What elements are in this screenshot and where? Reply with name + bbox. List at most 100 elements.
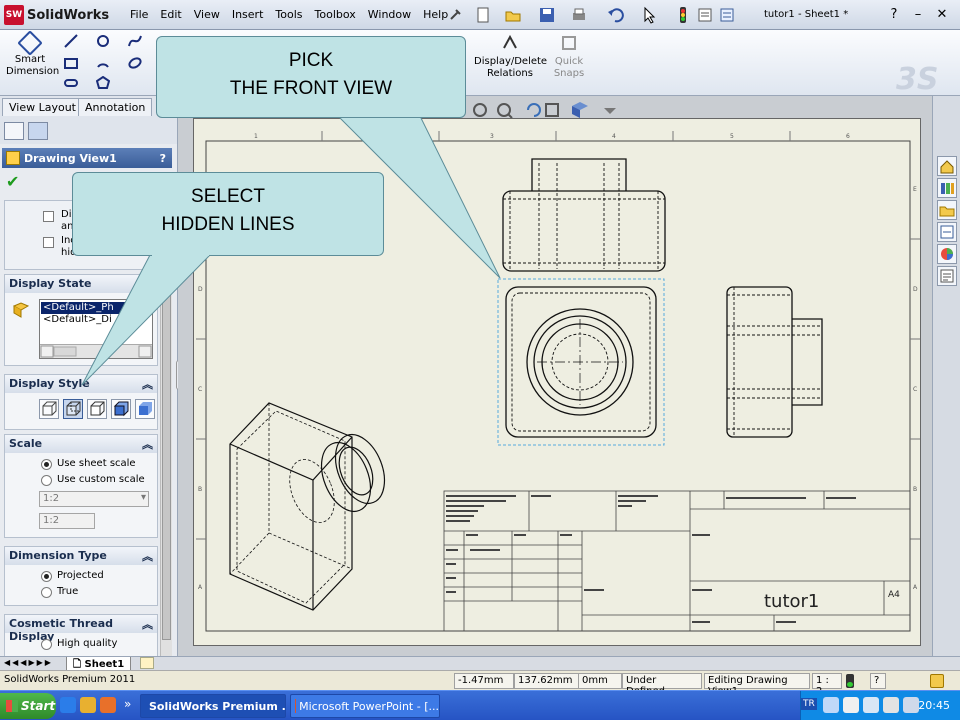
tray-icon-1[interactable] xyxy=(823,697,839,713)
arc-icon[interactable] xyxy=(96,56,110,70)
list-horizontal-scrollbar[interactable] xyxy=(40,344,152,358)
print-icon[interactable] xyxy=(570,6,588,24)
quick-snaps-button[interactable]: Quick Snaps xyxy=(552,34,586,80)
line-icon[interactable] xyxy=(64,34,78,48)
select-arrow-icon[interactable] xyxy=(640,6,658,24)
ellipse-icon[interactable] xyxy=(128,56,142,70)
tray-volume-icon[interactable] xyxy=(903,697,919,713)
menu-insert[interactable]: Insert xyxy=(232,8,264,21)
scale-field[interactable]: 1:2 xyxy=(39,513,95,529)
pin-icon[interactable] xyxy=(446,6,464,24)
feature-manager-tab[interactable] xyxy=(4,122,24,140)
tab-view-layout[interactable]: View Layout xyxy=(2,98,83,116)
zoom-to-fit-icon[interactable] xyxy=(473,103,487,117)
sheet-nav-arrows[interactable]: ◀◀◀▶▶▶ xyxy=(4,658,53,667)
file-explorer-icon[interactable] xyxy=(937,200,957,220)
status-options-icon[interactable] xyxy=(930,674,944,688)
display-style-dropdown-icon[interactable] xyxy=(604,108,616,114)
circle-icon[interactable] xyxy=(96,34,110,48)
display-state-header[interactable]: Display State xyxy=(5,275,157,293)
shaded-style-button[interactable] xyxy=(135,399,155,419)
start-button[interactable]: Start xyxy=(0,693,56,719)
rectangle-icon[interactable] xyxy=(64,56,78,70)
display-state-list[interactable]: <Default>_Ph <Default>_Di xyxy=(39,299,153,359)
open-folder-icon[interactable] xyxy=(504,6,522,24)
solidworks-logo[interactable]: SW SolidWorks xyxy=(4,4,122,26)
tray-icon-3[interactable] xyxy=(863,697,879,713)
high-quality-radio[interactable] xyxy=(41,639,52,650)
view-palette-icon[interactable] xyxy=(937,222,957,242)
wireframe-style-button[interactable] xyxy=(39,399,59,419)
undo-icon[interactable] xyxy=(606,6,624,24)
ok-check-icon[interactable]: ✔ xyxy=(6,172,19,191)
view-orientation-icon[interactable] xyxy=(572,102,588,118)
pan-icon[interactable] xyxy=(545,103,559,117)
use-sheet-scale-radio[interactable] xyxy=(41,459,52,470)
options-icon[interactable] xyxy=(718,6,736,24)
zoom-area-icon[interactable] xyxy=(497,103,513,119)
tab-annotation[interactable]: Annotation xyxy=(78,98,153,116)
appearances-icon[interactable] xyxy=(937,244,957,264)
menu-window[interactable]: Window xyxy=(368,8,411,21)
collapse-chevron-icon[interactable]: ︽ xyxy=(142,376,153,392)
scale-dropdown[interactable]: 1:2 ▾ xyxy=(39,491,149,507)
panel-scrollbar-thumb[interactable] xyxy=(162,260,171,640)
rebuild-light-icon[interactable] xyxy=(846,674,854,688)
taskbar-solidworks[interactable]: SolidWorks Premium ... xyxy=(140,694,286,718)
custom-properties-icon[interactable] xyxy=(937,266,957,286)
taskbar-powerpoint[interactable]: Microsoft PowerPoint - [... xyxy=(290,694,440,718)
tray-icon-2[interactable] xyxy=(843,697,859,713)
rebuild-traffic-light-icon[interactable] xyxy=(674,6,692,24)
quicklaunch-chevron[interactable]: » xyxy=(124,697,131,711)
add-sheet-icon[interactable] xyxy=(140,657,154,669)
dimension-type-header[interactable]: Dimension Type ︽ xyxy=(5,547,157,565)
display-style-header[interactable]: Display Style ︽ xyxy=(5,375,157,393)
firefox-quicklaunch-icon[interactable] xyxy=(100,697,116,713)
menu-file[interactable]: File xyxy=(130,8,148,21)
hidden-lines-visible-style-button[interactable] xyxy=(63,399,83,419)
spline-icon[interactable] xyxy=(128,34,142,48)
menu-help[interactable]: Help xyxy=(423,8,448,21)
top-view[interactable] xyxy=(502,158,666,272)
menu-tools[interactable]: Tools xyxy=(275,8,302,21)
scale-header[interactable]: Scale ︽ xyxy=(5,435,157,453)
minimize-button[interactable]: – xyxy=(908,4,928,24)
shaded-with-edges-style-button[interactable] xyxy=(111,399,131,419)
status-help-button[interactable]: ? xyxy=(870,673,886,689)
true-radio[interactable] xyxy=(41,587,52,598)
use-custom-scale-radio[interactable] xyxy=(41,475,52,486)
option-checkbox-1[interactable] xyxy=(43,211,54,222)
rotate-icon[interactable] xyxy=(527,103,541,117)
polygon-icon[interactable] xyxy=(96,76,110,90)
isometric-view[interactable] xyxy=(229,402,394,611)
smart-dimension-button[interactable]: Smart Dimension xyxy=(6,30,59,78)
save-icon[interactable] xyxy=(538,6,556,24)
language-indicator[interactable]: TR xyxy=(801,698,817,710)
close-button[interactable]: ✕ xyxy=(932,4,952,24)
home-icon[interactable] xyxy=(937,156,957,176)
display-state-item-1[interactable]: <Default>_Ph xyxy=(41,302,151,314)
file-properties-icon[interactable] xyxy=(696,6,714,24)
help-button[interactable]: ? xyxy=(884,4,904,24)
cosmetic-thread-header[interactable]: Cosmetic Thread Display ︽ xyxy=(5,615,157,643)
panel-scrollbar[interactable] xyxy=(160,200,172,656)
slot-icon[interactable] xyxy=(64,76,78,90)
new-document-icon[interactable] xyxy=(474,6,492,24)
option-checkbox-2[interactable] xyxy=(43,237,54,248)
media-quicklaunch-icon[interactable] xyxy=(80,697,96,713)
right-view[interactable] xyxy=(726,286,823,438)
hidden-lines-removed-style-button[interactable] xyxy=(87,399,107,419)
ie-quicklaunch-icon[interactable] xyxy=(60,697,76,713)
display-delete-relations-button[interactable]: Display/Delete Relations xyxy=(474,34,547,80)
menu-toolbox[interactable]: Toolbox xyxy=(315,8,356,21)
property-manager-tab[interactable] xyxy=(28,122,48,140)
projected-radio[interactable] xyxy=(41,571,52,582)
menu-edit[interactable]: Edit xyxy=(160,8,181,21)
design-library-icon[interactable] xyxy=(937,178,957,198)
sheet1-tab[interactable]: 🗋 Sheet1 xyxy=(66,657,132,671)
collapse-chevron-icon[interactable]: ︽ xyxy=(142,436,153,452)
help-icon[interactable]: ? xyxy=(160,152,166,165)
menu-view[interactable]: View xyxy=(194,8,220,21)
status-scale[interactable]: 1 : 2 xyxy=(812,673,842,697)
front-view[interactable] xyxy=(497,278,665,446)
